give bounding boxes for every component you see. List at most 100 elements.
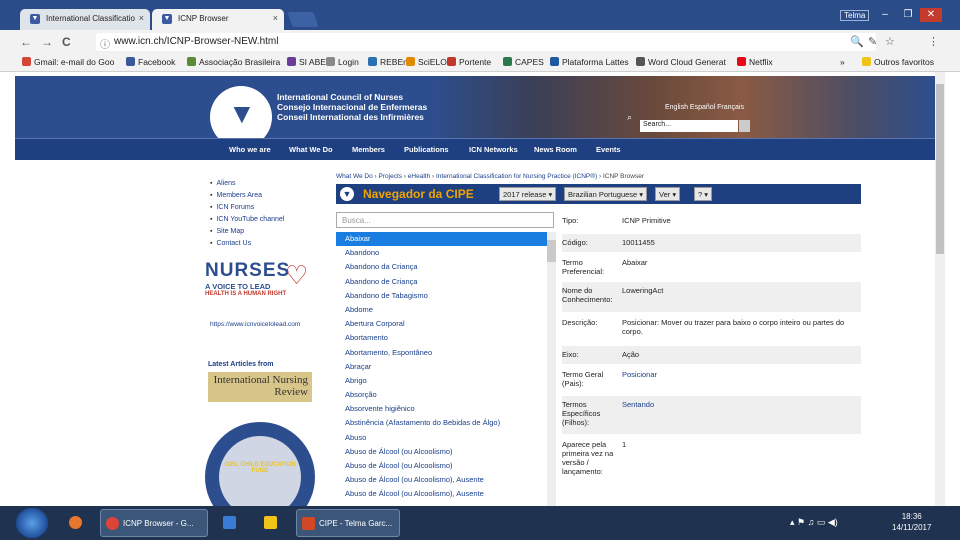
menu-icn-networks[interactable]: ICN Networks — [469, 145, 518, 154]
site-search-button[interactable] — [739, 120, 750, 132]
bookmark-netflix[interactable]: Netflix — [737, 57, 773, 67]
term-list-item[interactable]: Abraçar — [336, 360, 556, 374]
inr-logo[interactable]: International Nursing Review — [208, 372, 312, 402]
reload-button[interactable]: C — [62, 35, 71, 49]
term-list-item[interactable]: Abandono — [336, 246, 556, 260]
bookmark-associacao[interactable]: Associação Brasileira — [187, 57, 280, 67]
scroll-thumb[interactable] — [547, 240, 556, 262]
nurses-campaign-banner[interactable]: NURSES A VOICE TO LEAD HEALTH IS A HUMAN… — [205, 260, 317, 310]
detail-label: Eixo: — [562, 350, 579, 359]
minimize-button[interactable]: – — [874, 8, 896, 22]
sidebar-link[interactable]: ICN Forums — [210, 202, 284, 214]
menu-news-room[interactable]: News Room — [534, 145, 577, 154]
sidebar-link[interactable]: ICN YouTube channel — [210, 214, 284, 226]
bookmark-login[interactable]: Login — [326, 57, 359, 67]
info-icon[interactable]: ⓘ — [100, 36, 110, 51]
term-list-item[interactable]: Abuso de Álcool (ou Alcoolismo), Ausente — [336, 473, 556, 487]
term-list-item[interactable]: Abandono de Criança — [336, 275, 556, 289]
more-bookmarks-button[interactable]: » — [840, 57, 845, 67]
chrome-taskbar-button[interactable]: ICNP Browser - G... — [100, 509, 208, 537]
explorer-taskbar-button[interactable] — [254, 509, 288, 537]
help-select[interactable]: ? ▾ — [694, 187, 713, 201]
new-tab-button[interactable] — [287, 12, 319, 27]
term-list-item[interactable]: Abandono de Tabagismo — [336, 289, 556, 303]
term-list-scrollbar[interactable] — [547, 232, 556, 506]
menu-members[interactable]: Members — [352, 145, 385, 154]
term-list-item[interactable]: Abuso — [336, 431, 556, 445]
bookmark-star-icon[interactable]: ☆ — [885, 35, 895, 48]
bookmark-lattes[interactable]: Plataforma Lattes — [550, 57, 629, 67]
term-list-item[interactable]: Absorção — [336, 388, 556, 402]
bookmark-si-aben[interactable]: SI ABEn — [287, 57, 331, 67]
detail-label: Tipo: — [562, 216, 579, 225]
restore-button[interactable]: ❐ — [897, 8, 919, 22]
bookmark-reben[interactable]: REBEn — [368, 57, 408, 67]
term-list-item[interactable]: Abortamento — [336, 331, 556, 345]
zoom-icon[interactable]: 🔍 — [850, 35, 864, 48]
term-list-item[interactable]: Abuso de Álcool (ou Alcoolismo) — [336, 459, 556, 473]
term-list-item[interactable]: Abandono da Criança — [336, 260, 556, 274]
term-list-item[interactable]: Abdome — [336, 303, 556, 317]
back-button[interactable]: ← — [20, 35, 32, 49]
term-list-item[interactable]: Abrigo — [336, 374, 556, 388]
bookmark-facebook[interactable]: Facebook — [126, 57, 175, 67]
bookmark-gmail[interactable]: Gmail: e-mail do Goo — [22, 57, 114, 67]
url-input[interactable]: ⓘ www.icn.ch/ICNP-Browser-NEW.html — [96, 33, 876, 51]
detail-row: Termos Específicos (Filhos): Sentando — [562, 396, 861, 434]
page-icon — [326, 57, 335, 66]
term-list-item[interactable]: Abuso de Álcool (ou Alcoolismo), Ausente — [336, 487, 556, 501]
detail-link[interactable]: Sentando — [622, 400, 857, 409]
powerpoint-taskbar-button[interactable]: CIPE - Telma Garc... — [296, 509, 400, 537]
breadcrumb-item[interactable]: International Classification for Nursing… — [436, 173, 597, 180]
menu-events[interactable]: Events — [596, 145, 621, 154]
sidebar-link[interactable]: Members Area — [210, 190, 284, 202]
campaign-link[interactable]: https://www.icnvoicetolead.com — [210, 321, 300, 328]
firefox-taskbar-button[interactable] — [60, 509, 92, 537]
bookmark-scielo[interactable]: SciELO — [406, 57, 447, 67]
bookmark-portente[interactable]: Portente — [447, 57, 491, 67]
term-list-item[interactable]: Abstinência (Afastamento do Bebidas de Á… — [336, 416, 556, 430]
forward-button[interactable]: → — [41, 35, 53, 49]
breadcrumb-item[interactable]: eHealth — [408, 173, 430, 180]
menu-publications[interactable]: Publications — [404, 145, 449, 154]
term-list-item[interactable]: Abuso de Álcool (ou Alcoolismo) — [336, 445, 556, 459]
language-select[interactable]: Brazilian Portuguese ▾ — [564, 187, 648, 201]
clock[interactable]: 18:36 14/11/2017 — [892, 511, 931, 533]
term-list-item[interactable]: Abortamento, Espontâneo — [336, 346, 556, 360]
start-button[interactable] — [16, 508, 48, 538]
term-list-item[interactable]: Absorvente higiênico — [336, 402, 556, 416]
detail-label: Termo Preferencial: — [562, 258, 605, 276]
page-scrollbar[interactable] — [935, 72, 945, 506]
bookmark-other[interactable]: Outros favoritos — [862, 57, 934, 67]
profile-name-button[interactable]: Telma — [840, 10, 870, 21]
page-scroll-thumb[interactable] — [936, 84, 944, 254]
term-list-item-selected[interactable]: Abaixar — [336, 232, 556, 247]
sidebar-link[interactable]: Aliens — [210, 178, 284, 190]
media-player-taskbar-button[interactable] — [214, 509, 246, 537]
site-search-input[interactable]: Search... — [640, 120, 738, 132]
release-select[interactable]: 2017 release ▾ — [499, 187, 557, 201]
girl-child-fund-badge[interactable]: GIRL CHILD EDUCATION FUND — [205, 422, 315, 506]
tab-international-classification[interactable]: ▼ International Classificatio × — [20, 9, 150, 30]
menu-what-we-do[interactable]: What We Do — [289, 145, 333, 154]
breadcrumb-item[interactable]: Projects — [379, 173, 402, 180]
menu-icon[interactable]: ⋮ — [928, 35, 939, 48]
bookmark-capes[interactable]: CAPES — [503, 57, 544, 67]
tab-close-icon[interactable]: × — [273, 13, 278, 23]
language-links[interactable]: English Español Français — [665, 104, 744, 111]
tab-close-icon[interactable]: × — [139, 13, 144, 23]
term-search-input[interactable]: Busca... — [336, 212, 554, 228]
bookmark-wordcloud[interactable]: Word Cloud Generat — [636, 57, 726, 67]
tab-icnp-browser[interactable]: ▼ ICNP Browser × — [152, 9, 284, 30]
windows-taskbar: ICNP Browser - G... CIPE - Telma Garc...… — [0, 506, 960, 540]
sidebar-link[interactable]: Site Map — [210, 226, 284, 238]
close-window-button[interactable]: ✕ — [920, 8, 942, 22]
breadcrumb-item[interactable]: What We Do — [336, 173, 373, 180]
sidebar-link[interactable]: Contact Us — [210, 238, 284, 250]
term-list-item[interactable]: Abertura Corporal — [336, 317, 556, 331]
detail-link[interactable]: Posicionar — [622, 370, 857, 379]
translate-icon[interactable]: ✎ — [868, 35, 877, 48]
menu-who-we-are[interactable]: Who we are — [229, 145, 271, 154]
system-tray-icons[interactable]: ▴ ⚑ ♫ ▭ ◀) — [790, 517, 838, 528]
view-select[interactable]: Ver ▾ — [655, 187, 681, 201]
